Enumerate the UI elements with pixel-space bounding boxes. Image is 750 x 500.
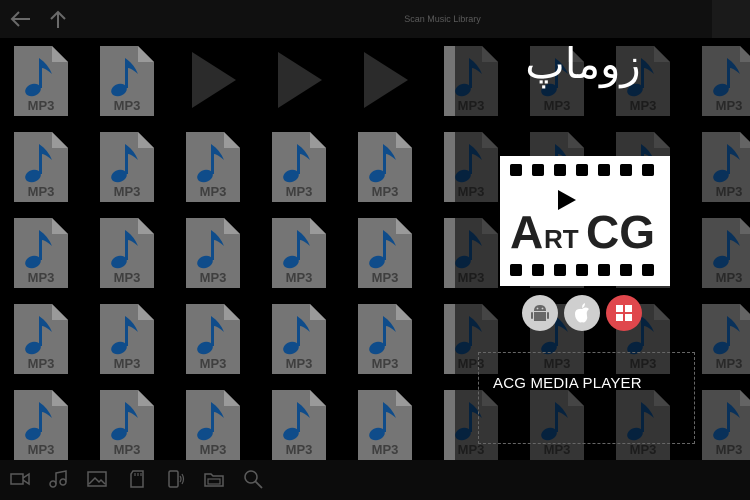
file-type-label: MP3 [28,184,55,199]
product-panel: ACG MEDIA PLAYER [478,352,695,444]
file-type-label: MP3 [28,356,55,371]
file-type-label: MP3 [28,270,55,285]
mp3-file-item[interactable]: MP3 [12,130,70,204]
folder-icon[interactable] [202,468,226,490]
mp3-file-item[interactable]: MP3 [270,216,328,290]
product-name: ACG MEDIA PLAYER [493,375,642,392]
brand-logo-persian: زوماپ [498,36,668,96]
mp3-file-item[interactable]: MP3 [98,216,156,290]
file-type-label: MP3 [372,184,399,199]
media-placeholder[interactable] [184,44,242,118]
file-type-label: MP3 [28,98,55,113]
mp3-file-item[interactable]: MP3 [184,388,242,462]
mp3-file-item[interactable]: MP3 [184,302,242,376]
file-type-label: MP3 [200,270,227,285]
svg-text:CG: CG [586,206,655,258]
image-icon[interactable] [85,468,109,490]
mp3-file-item[interactable]: MP3 [98,302,156,376]
mp3-file-item[interactable]: MP3 [270,388,328,462]
file-type-label: MP3 [114,442,141,457]
mp3-file-item[interactable]: MP3 [270,130,328,204]
mp3-file-item[interactable]: MP3 [356,302,414,376]
mp3-file-item[interactable]: MP3 [356,216,414,290]
search-icon[interactable] [241,468,265,490]
file-type-label: MP3 [372,442,399,457]
file-type-label: MP3 [114,356,141,371]
ad-overlay-edge [695,38,750,460]
windows-icon [606,295,642,331]
mp3-file-item[interactable]: MP3 [98,388,156,462]
mp3-file-item[interactable]: MP3 [12,388,70,462]
mp3-file-item[interactable]: MP3 [12,44,70,118]
android-icon [522,295,558,331]
media-placeholder[interactable] [356,44,414,118]
title-bar-corner [712,0,750,38]
file-type-label: MP3 [286,184,313,199]
window-title: Scan Music Library [404,14,481,24]
mp3-file-item[interactable]: MP3 [356,388,414,462]
sd-card-icon[interactable] [125,468,149,490]
file-type-label: MP3 [286,270,313,285]
file-type-label: MP3 [114,184,141,199]
svg-text:RT: RT [544,224,579,254]
title-bar: Scan Music Library [0,0,750,38]
mp3-file-item[interactable]: MP3 [98,130,156,204]
file-type-label: MP3 [200,184,227,199]
file-type-label: MP3 [372,356,399,371]
apple-icon [564,295,600,331]
file-type-label: MP3 [286,356,313,371]
mp3-file-item[interactable]: MP3 [12,216,70,290]
file-type-label: MP3 [200,442,227,457]
file-type-label: MP3 [200,356,227,371]
file-type-label: MP3 [372,270,399,285]
mp3-file-item[interactable]: MP3 [356,130,414,204]
music-icon[interactable] [46,468,70,490]
svg-text:زوماپ: زوماپ [525,39,640,88]
mp3-file-item[interactable]: MP3 [184,130,242,204]
platform-icons [522,295,642,331]
media-placeholder[interactable] [270,44,328,118]
svg-text:A: A [510,206,543,258]
bottom-toolbar [0,460,750,500]
video-icon[interactable] [8,468,32,490]
mp3-file-item[interactable]: MP3 [270,302,328,376]
file-type-label: MP3 [286,442,313,457]
phone-media-icon[interactable] [163,468,187,490]
file-type-label: MP3 [114,98,141,113]
mp3-file-item[interactable]: MP3 [98,44,156,118]
file-type-label: MP3 [114,270,141,285]
mp3-file-item[interactable]: MP3 [12,302,70,376]
mp3-file-item[interactable]: MP3 [184,216,242,290]
artcg-logo: A RT CG [500,156,670,286]
file-type-label: MP3 [28,442,55,457]
